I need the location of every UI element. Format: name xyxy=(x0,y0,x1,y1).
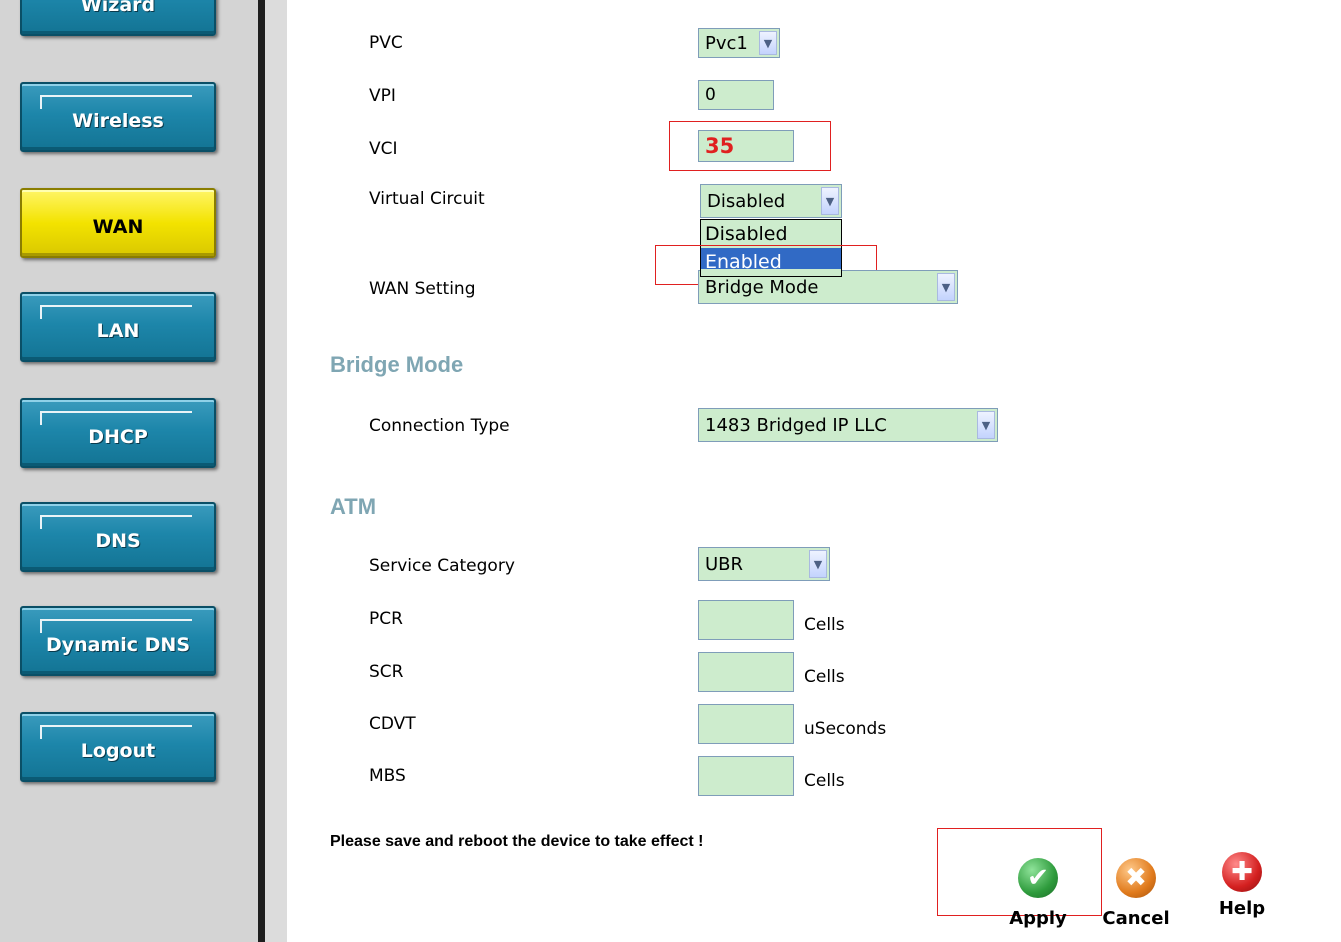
scr-input[interactable] xyxy=(698,652,794,692)
service-category-select-value: UBR xyxy=(705,553,744,575)
sidebar-divider-light xyxy=(265,0,287,942)
sidebar-item-lan[interactable]: LAN xyxy=(20,292,216,362)
scr-unit: Cells xyxy=(804,667,845,687)
chevron-down-icon[interactable]: ▼ xyxy=(937,273,955,301)
service-category-label: Service Category xyxy=(369,556,515,576)
vpi-label: VPI xyxy=(369,86,396,106)
vpi-input[interactable]: 0 xyxy=(698,80,774,110)
x-icon[interactable]: ✖ xyxy=(1116,858,1156,898)
cdvt-label: CDVT xyxy=(369,714,416,734)
sidebar-item-label: Dynamic DNS xyxy=(45,634,191,656)
apply-button[interactable]: ✔ Apply xyxy=(1003,858,1073,929)
virtual-circuit-select-value: Disabled xyxy=(707,190,786,212)
wan-setting-select-value: Bridge Mode xyxy=(705,276,819,298)
mbs-unit: Cells xyxy=(804,771,845,791)
plus-icon[interactable]: ✚ xyxy=(1222,852,1262,892)
chevron-down-icon[interactable]: ▼ xyxy=(809,550,827,578)
mbs-input[interactable] xyxy=(698,756,794,796)
sidebar-item-wan[interactable]: WAN xyxy=(20,188,216,258)
cancel-label: Cancel xyxy=(1102,908,1170,929)
chevron-down-icon[interactable]: ▼ xyxy=(759,31,777,55)
sidebar-item-label: LAN xyxy=(96,320,140,342)
connection-type-select-value: 1483 Bridged IP LLC xyxy=(705,414,887,436)
dropdown-overlap xyxy=(700,269,842,277)
pcr-input[interactable] xyxy=(698,600,794,640)
sidebar-item-label: DNS xyxy=(95,530,141,552)
sidebar-divider xyxy=(258,0,265,942)
sidebar-item-label: Logout xyxy=(80,740,156,762)
chevron-down-icon[interactable]: ▼ xyxy=(821,187,839,215)
cancel-button[interactable]: ✖ Cancel xyxy=(1101,858,1171,929)
atm-title: ATM xyxy=(330,494,377,519)
connection-type-label: Connection Type xyxy=(369,416,510,436)
pvc-label: PVC xyxy=(369,33,403,53)
sidebar-item-dns[interactable]: DNS xyxy=(20,502,216,572)
vci-input-value: 35 xyxy=(705,134,735,158)
apply-label: Apply xyxy=(1009,908,1067,929)
pvc-select[interactable]: Pvc1 ▼ xyxy=(698,28,780,58)
sidebar-item-dynamic-dns[interactable]: Dynamic DNS xyxy=(20,606,216,676)
check-icon[interactable]: ✔ xyxy=(1018,858,1058,898)
vpi-input-value: 0 xyxy=(705,85,716,105)
sidebar: Wizard Wireless WAN LAN DHCP DNS Dynamic… xyxy=(0,0,258,942)
pcr-unit: Cells xyxy=(804,615,845,635)
cdvt-unit: uSeconds xyxy=(804,719,887,739)
service-category-select[interactable]: UBR ▼ xyxy=(698,547,830,581)
mbs-label: MBS xyxy=(369,766,406,786)
cdvt-input[interactable] xyxy=(698,704,794,744)
help-label: Help xyxy=(1218,898,1266,919)
sidebar-item-logout[interactable]: Logout xyxy=(20,712,216,782)
bridge-mode-title: Bridge Mode xyxy=(330,352,464,377)
virtual-circuit-select[interactable]: Disabled ▼ xyxy=(700,184,842,218)
virtual-circuit-label: Virtual Circuit xyxy=(369,189,485,209)
pvc-select-value: Pvc1 xyxy=(705,32,748,54)
sidebar-item-label: DHCP xyxy=(88,426,148,448)
sidebar-item-label: Wireless xyxy=(72,110,164,132)
dropdown-option-disabled[interactable]: Disabled xyxy=(701,220,841,248)
scr-label: SCR xyxy=(369,662,404,682)
sidebar-item-wireless[interactable]: Wireless xyxy=(20,82,216,152)
pcr-label: PCR xyxy=(369,609,403,629)
sidebar-item-wizard[interactable]: Wizard xyxy=(20,0,216,36)
help-button[interactable]: ✚ Help xyxy=(1207,852,1277,919)
sidebar-item-label: Wizard xyxy=(80,0,156,16)
vci-label: VCI xyxy=(369,139,398,159)
vci-input[interactable]: 35 xyxy=(698,130,794,162)
sidebar-item-label: WAN xyxy=(92,216,144,238)
sidebar-item-dhcp[interactable]: DHCP xyxy=(20,398,216,468)
wan-setting-label: WAN Setting xyxy=(369,279,476,299)
chevron-down-icon[interactable]: ▼ xyxy=(977,411,995,439)
reboot-notice: Please save and reboot the device to tak… xyxy=(330,833,704,850)
connection-type-select[interactable]: 1483 Bridged IP LLC ▼ xyxy=(698,408,998,442)
